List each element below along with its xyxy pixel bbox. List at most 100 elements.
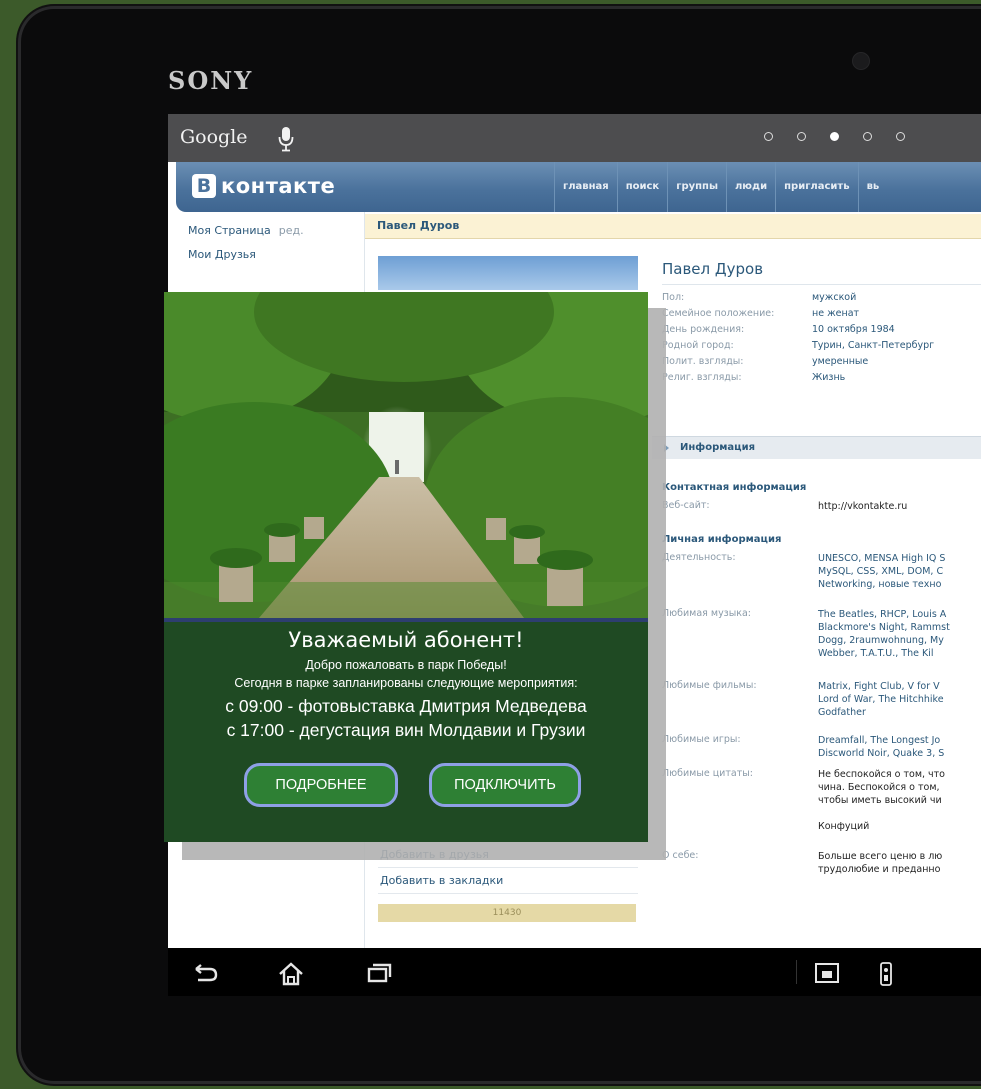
det-line[interactable]: The Beatles, RHCP, Louis A bbox=[818, 608, 950, 621]
popup-separator bbox=[164, 618, 648, 622]
profile-photo[interactable] bbox=[378, 256, 638, 290]
vk-logo-letter: В bbox=[192, 174, 216, 198]
info-label: Семейное положение: bbox=[662, 308, 775, 319]
det-value: Dreamfall, The Longest Jo Discworld Noir… bbox=[818, 734, 944, 760]
det-line[interactable]: Dreamfall, The Longest Jo bbox=[818, 734, 944, 747]
left-menu-item[interactable]: Моя Страница ред. bbox=[188, 224, 304, 237]
website-row: Веб-сайт: http://vkontakte.ru bbox=[662, 500, 907, 513]
left-menu-label[interactable]: Моя Страница bbox=[188, 224, 271, 237]
info-value[interactable]: 10 октября 1984 bbox=[812, 324, 895, 335]
google-search-bar[interactable]: Google bbox=[168, 114, 981, 162]
small-apps-icon[interactable] bbox=[814, 962, 840, 984]
android-nav-bar bbox=[168, 948, 981, 996]
rating-bar: 11430 bbox=[378, 904, 636, 922]
det-label: Любимая музыка: bbox=[662, 608, 751, 619]
det-line[interactable]: Webber, T.A.T.U., The Kil bbox=[818, 647, 950, 660]
popup-event-1: с 09:00 - фотовыставка Дмитрия Медведева bbox=[225, 696, 587, 716]
info-row: Семейное положение: не женат bbox=[662, 308, 934, 319]
det-label: О себе: bbox=[662, 850, 699, 861]
left-menu-label[interactable]: Мои Друзья bbox=[188, 248, 256, 261]
info-label: Полит. взгляды: bbox=[662, 356, 744, 367]
info-section-header[interactable]: Информация bbox=[652, 436, 981, 459]
page-dot bbox=[764, 132, 773, 141]
google-label[interactable]: Google bbox=[180, 126, 248, 148]
det-line: трудолюбие и преданно bbox=[818, 864, 941, 875]
info-label: Пол: bbox=[662, 292, 685, 303]
det-label: Веб-сайт: bbox=[662, 500, 710, 511]
profile-bar-title: Павел Дуров bbox=[377, 219, 460, 232]
det-line: Не беспокойся о том, что bbox=[818, 769, 945, 780]
info-row: Пол: мужской bbox=[662, 292, 934, 303]
basic-info: Пол: мужской Семейное положение: не женат … bbox=[662, 292, 934, 388]
info-row: Родной город: Турин, Санкт-Петербург bbox=[662, 340, 934, 351]
det-line[interactable]: Blackmore's Night, Rammst bbox=[818, 621, 950, 634]
music-row: Любимая музыка: The Beatles, RHCP, Louis… bbox=[662, 608, 950, 660]
sony-logo: SONY bbox=[168, 66, 254, 95]
det-line[interactable]: MySQL, CSS, XML, DOM, C bbox=[818, 565, 945, 578]
info-row: Полит. взгляды: умеренные bbox=[662, 356, 934, 367]
nav-divider bbox=[796, 960, 797, 984]
det-line: чина. Беспокойся о том, bbox=[818, 782, 940, 793]
nav-groups[interactable]: группы bbox=[667, 162, 726, 212]
det-line[interactable]: Matrix, Fight Club, V for V bbox=[818, 680, 944, 693]
info-row: Религ. взгляды: Жизнь bbox=[662, 372, 934, 383]
vk-logo-text: контакте bbox=[221, 174, 336, 198]
det-value: UNESCO, MENSA High IQ S MySQL, CSS, XML,… bbox=[818, 552, 945, 591]
info-value[interactable]: Жизнь bbox=[812, 372, 845, 383]
det-line bbox=[818, 807, 945, 820]
quotes-row: Любимые цитаты: Не беспокойся о том, что… bbox=[662, 768, 945, 833]
det-line: Больше всего ценю в лю bbox=[818, 851, 943, 862]
popup-schedule-intro: Сегодня в парке запланированы следующие … bbox=[234, 676, 578, 690]
personal-heading: Личная информация bbox=[662, 534, 782, 545]
det-line[interactable]: Networking, новые техно bbox=[818, 578, 945, 591]
info-label: Религ. взгляды: bbox=[662, 372, 742, 383]
page-dot bbox=[863, 132, 872, 141]
microphone-icon[interactable] bbox=[278, 126, 294, 152]
home-icon[interactable] bbox=[278, 962, 304, 986]
info-value[interactable]: умеренные bbox=[812, 356, 868, 367]
nav-exit[interactable]: вь bbox=[857, 162, 888, 212]
website-link[interactable]: http://vkontakte.ru bbox=[818, 500, 907, 513]
front-camera bbox=[852, 52, 870, 70]
det-line[interactable]: Lord of War, The Hitchhike bbox=[818, 693, 944, 706]
det-label: Деятельность: bbox=[662, 552, 736, 563]
recent-apps-icon[interactable] bbox=[366, 962, 392, 984]
edit-link[interactable]: ред. bbox=[279, 224, 304, 237]
wifi-ad-popup: Уважаемый абонент! Добро пожаловать в па… bbox=[164, 292, 648, 842]
profile-name: Павел Дуров bbox=[662, 260, 981, 285]
vk-header: В контакте главная поиск группы люди при… bbox=[176, 162, 981, 212]
about-row: О себе: Больше всего ценю в лю трудолюби… bbox=[662, 850, 942, 876]
remote-icon[interactable] bbox=[878, 962, 894, 986]
page-dot bbox=[896, 132, 905, 141]
det-line[interactable]: UNESCO, MENSA High IQ S bbox=[818, 552, 945, 565]
det-line[interactable]: Godfather bbox=[818, 706, 944, 719]
nav-home[interactable]: главная bbox=[554, 162, 617, 212]
info-row: День рождения: 10 октября 1984 bbox=[662, 324, 934, 335]
page-dot-active bbox=[830, 132, 839, 141]
info-value[interactable]: не женат bbox=[812, 308, 859, 319]
det-line[interactable]: Dogg, 2raumwohnung, My bbox=[818, 634, 950, 647]
more-details-button[interactable]: ПОДРОБНЕЕ bbox=[244, 763, 398, 807]
det-value: Не беспокойся о том, что чина. Беспокойс… bbox=[818, 768, 945, 833]
det-value: Matrix, Fight Club, V for V Lord of War,… bbox=[818, 680, 944, 719]
connect-button[interactable]: ПОДКЛЮЧИТЬ bbox=[429, 763, 581, 807]
games-row: Любимые игры: Dreamfall, The Longest Jo … bbox=[662, 734, 944, 760]
nav-search[interactable]: поиск bbox=[616, 162, 668, 212]
info-label: День рождения: bbox=[662, 324, 745, 335]
left-menu-item[interactable]: Мои Друзья bbox=[188, 248, 304, 261]
nav-invite[interactable]: пригласить bbox=[775, 162, 857, 212]
info-value[interactable]: мужской bbox=[812, 292, 856, 303]
det-value: Больше всего ценю в лю трудолюбие и пред… bbox=[818, 850, 942, 876]
det-value: The Beatles, RHCP, Louis A Blackmore's N… bbox=[818, 608, 950, 660]
back-icon[interactable] bbox=[192, 962, 220, 984]
profile-title-bar: Павел Дуров bbox=[365, 214, 981, 239]
info-value[interactable]: Турин, Санкт-Петербург bbox=[812, 340, 934, 351]
det-line[interactable]: Discworld Noir, Quake 3, S bbox=[818, 747, 944, 760]
left-menu: Моя Страница ред. Мои Друзья bbox=[188, 224, 304, 272]
park-alley-photo bbox=[164, 292, 648, 618]
det-line: чтобы иметь высокий чи bbox=[818, 795, 942, 806]
add-bookmark-link[interactable]: Добавить в закладки bbox=[378, 868, 638, 894]
nav-people[interactable]: люди bbox=[725, 162, 775, 212]
vk-logo[interactable]: В контакте bbox=[192, 174, 335, 198]
activity-row: Деятельность: UNESCO, MENSA High IQ S My… bbox=[662, 552, 945, 591]
